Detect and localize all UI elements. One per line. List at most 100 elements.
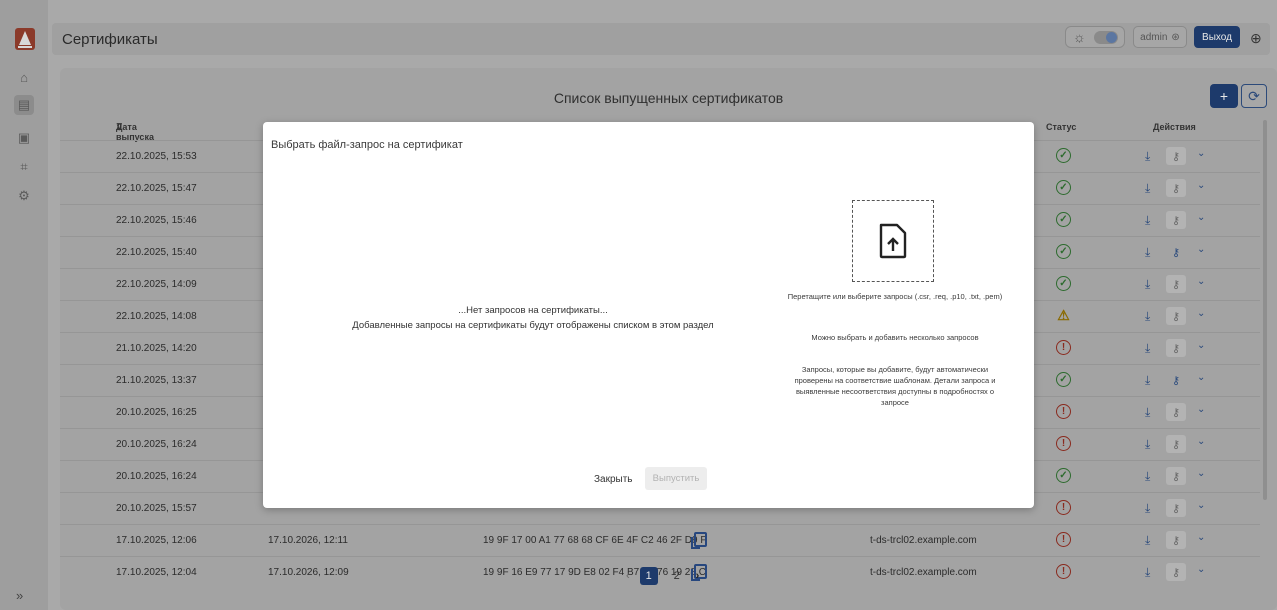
theme-toggle[interactable]: ☼ (1065, 26, 1125, 48)
pagination: ‹ 1 2 › (626, 566, 699, 586)
status-err-icon: ! (1056, 404, 1071, 419)
status-ok-icon: ✓ (1056, 244, 1071, 259)
file-upload-icon (879, 223, 907, 259)
issue-date-cell: 21.10.2025, 14:20 (116, 343, 197, 354)
prev-page-icon[interactable]: ‹ (626, 570, 630, 582)
logout-button[interactable]: Выход (1194, 26, 1240, 48)
key-icon[interactable]: ⚷ (1166, 403, 1186, 421)
toggle-knob (1094, 31, 1118, 44)
issue-date-cell: 22.10.2025, 15:46 (116, 215, 197, 226)
issue-date-cell: 22.10.2025, 14:08 (116, 311, 197, 322)
empty-state-title: ...Нет запросов на сертификаты... (458, 305, 608, 316)
chevron-down-icon[interactable]: ⌄ (1197, 468, 1205, 479)
download-icon[interactable]: ⤓ (1145, 533, 1150, 548)
language-icon[interactable]: ⊕ (1250, 30, 1262, 47)
next-page-icon[interactable]: › (696, 570, 700, 582)
key-icon[interactable]: ⚷ (1166, 307, 1186, 325)
serial-number-cell: 19 9F 17 00 A1 77 68 68 CF 6E 4F C2 46 2… (483, 535, 707, 546)
filter-icon[interactable]: ⊽ (116, 122, 123, 133)
chevron-down-icon[interactable]: ⌄ (1197, 532, 1205, 543)
expand-sidebar-icon[interactable]: » (16, 588, 23, 603)
download-icon[interactable]: ⤓ (1145, 373, 1150, 388)
table-row[interactable]: 17.10.2025, 12:06 17.10.2026, 12:11 19 9F … (60, 524, 1260, 556)
download-icon[interactable]: ⤓ (1145, 469, 1150, 484)
sidebar: ⌂ ▤ ▣ ⌗ ⚙ » (0, 0, 48, 610)
key-icon[interactable]: ⚷ (1166, 179, 1186, 197)
issue-date-cell: 22.10.2025, 15:47 (116, 183, 197, 194)
expiry-date-cell: 17.10.2026, 12:11 (268, 535, 348, 546)
key-icon[interactable]: ⚷ (1166, 275, 1186, 293)
status-err-icon: ! (1056, 532, 1071, 547)
key-icon[interactable]: ⚷ (1166, 435, 1186, 453)
certificate-list-icon[interactable]: ▤ (14, 95, 34, 115)
status-err-icon: ! (1056, 500, 1071, 515)
issue-button[interactable]: Выпустить (645, 467, 707, 490)
chevron-down-icon[interactable]: ⌄ (1197, 500, 1205, 511)
page-2-button[interactable]: 2 (668, 567, 686, 585)
copy-icon[interactable] (691, 532, 707, 549)
chevron-down-icon[interactable]: ⌄ (1197, 212, 1205, 223)
key-icon[interactable]: ⚷ (1166, 211, 1186, 229)
chevron-down-icon[interactable]: ⌄ (1197, 180, 1205, 191)
issue-date-cell: 20.10.2025, 16:24 (116, 471, 197, 482)
status-err-icon: ! (1056, 340, 1071, 355)
chevron-down-icon[interactable]: ⌄ (1197, 372, 1205, 383)
download-icon[interactable]: ⤓ (1145, 565, 1150, 580)
download-icon[interactable]: ⤓ (1145, 277, 1150, 292)
chevron-down-icon[interactable]: ⌄ (1197, 244, 1205, 255)
download-icon[interactable]: ⤓ (1145, 341, 1150, 356)
download-icon[interactable]: ⤓ (1145, 213, 1150, 228)
scrollbar[interactable] (1263, 120, 1267, 500)
download-icon[interactable]: ⤓ (1145, 149, 1150, 164)
status-ok-icon: ✓ (1056, 212, 1071, 227)
issue-date-cell: 22.10.2025, 15:53 (116, 151, 197, 162)
key-icon[interactable]: ⚷ (1166, 467, 1186, 485)
status-ok-icon: ✓ (1056, 180, 1071, 195)
file-dropzone[interactable] (852, 200, 934, 282)
issue-date-cell: 17.10.2025, 12:04 (116, 567, 197, 578)
key-icon[interactable]: ⚷ (1166, 531, 1186, 549)
issue-date-cell: 22.10.2025, 14:09 (116, 279, 197, 290)
empty-state-text: Добавленные запросы на сертификаты будут… (352, 320, 714, 331)
page-title: Сертификаты (62, 31, 158, 48)
chevron-down-icon[interactable]: ⌄ (1197, 564, 1205, 575)
key-icon[interactable]: ⚷ (1166, 563, 1186, 581)
status-warn-icon: ⚠ (1057, 307, 1070, 323)
add-certificate-button[interactable]: + (1210, 84, 1238, 108)
expiry-date-cell: 17.10.2026, 12:09 (268, 567, 349, 578)
certificate-request-icon[interactable]: ▣ (14, 128, 34, 148)
key-icon[interactable]: ⚷ (1166, 499, 1186, 517)
close-button[interactable]: Закрыть (594, 474, 633, 485)
key-icon[interactable]: ⚷ (1166, 371, 1186, 389)
list-title: Список выпущенных сертификатов (553, 90, 784, 106)
download-icon[interactable]: ⤓ (1145, 501, 1150, 516)
chevron-down-icon[interactable]: ⌄ (1197, 276, 1205, 287)
scan-icon[interactable]: ⌗ (14, 157, 34, 177)
download-icon[interactable]: ⤓ (1145, 309, 1150, 324)
key-icon[interactable]: ⚷ (1166, 243, 1186, 261)
subject-cell: t-ds-trcl02.example.com (870, 567, 977, 578)
download-icon[interactable]: ⤓ (1145, 181, 1150, 196)
refresh-button[interactable]: ⟳ (1241, 84, 1267, 108)
chevron-down-icon[interactable]: ⌄ (1197, 340, 1205, 351)
key-icon[interactable]: ⚷ (1166, 147, 1186, 165)
sun-icon: ☼ (1073, 29, 1086, 45)
status-ok-icon: ✓ (1056, 468, 1071, 483)
user-menu-button[interactable]: admin ⊛ (1133, 26, 1187, 48)
chevron-down-icon[interactable]: ⌄ (1197, 308, 1205, 319)
settings-icon[interactable]: ⚙ (14, 186, 34, 206)
chevron-down-icon[interactable]: ⌄ (1197, 404, 1205, 415)
modal-title: Выбрать файл-запрос на сертификат (271, 139, 463, 151)
select-request-modal: Выбрать файл-запрос на сертификат ...Нет… (263, 122, 1034, 508)
download-icon[interactable]: ⤓ (1145, 245, 1150, 260)
status-err-icon: ! (1056, 564, 1071, 579)
download-icon[interactable]: ⤓ (1145, 437, 1150, 452)
column-status: Статус (1046, 122, 1077, 132)
user-icon: ⊛ (1171, 31, 1180, 43)
chevron-down-icon[interactable]: ⌄ (1197, 436, 1205, 447)
key-icon[interactable]: ⚷ (1166, 339, 1186, 357)
home-icon[interactable]: ⌂ (14, 67, 34, 87)
chevron-down-icon[interactable]: ⌄ (1197, 148, 1205, 159)
page-1-button[interactable]: 1 (639, 567, 658, 585)
download-icon[interactable]: ⤓ (1145, 405, 1150, 420)
